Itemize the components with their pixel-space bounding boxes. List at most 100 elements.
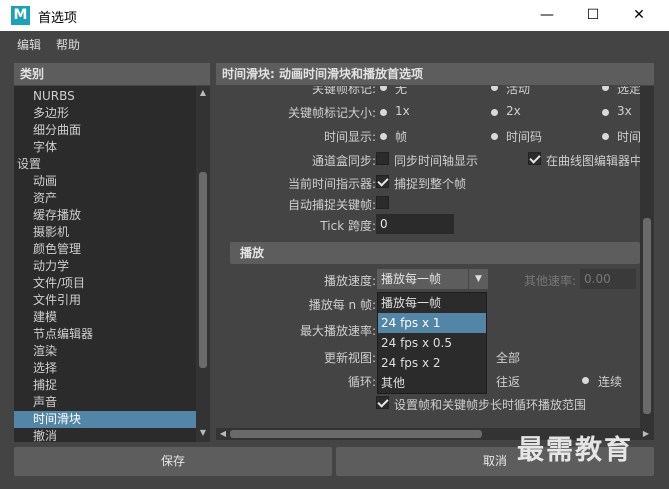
playback-every-n-label: 播放每 n 帧: [308,298,376,312]
set-range-loop-checkbox[interactable] [376,396,389,409]
scroll-right-arrow-icon[interactable]: ▶ [640,429,652,438]
menu-edit[interactable]: 编辑 [17,36,41,53]
scroll-left-arrow-icon[interactable]: ◀ [217,429,229,438]
update-view-label: 更新视图: [323,351,376,365]
playback-section-header[interactable]: 播放 [230,242,640,264]
playback-speed-select[interactable]: 播放每一帧 ▼ [377,269,488,289]
keyframe-markers-radio-1[interactable] [380,86,387,91]
key-size-radio-1x[interactable] [380,109,387,116]
tick-span-label: Tick 跨度: [320,219,376,233]
category-item[interactable]: 选择 [14,360,196,377]
keyframe-markers-opt1: 无 [395,86,408,96]
keyframe-markers-opt3: 选定 [617,86,642,96]
time-display-radio-frames[interactable] [380,133,387,140]
keyframe-markers-radio-2[interactable] [491,86,498,91]
menu-bar: 编辑 帮助 [0,31,669,56]
tick-span-input[interactable]: 0 [376,214,454,234]
snap-whole-frame-label: 捕捉到整个帧 [394,177,467,191]
close-button[interactable]: ✕ [616,0,662,31]
maximize-button[interactable]: ☐ [570,0,616,31]
menu-help[interactable]: 帮助 [56,36,80,53]
category-item[interactable]: 渲染 [14,343,196,360]
time-display-radio-time[interactable] [602,133,609,140]
other-speed-label: 其他速率: [523,274,576,288]
key-size-opt-1x: 1x [395,104,410,118]
loop-opt-oscillate: 往返 [496,375,521,389]
content-scrollbar[interactable] [640,86,654,428]
keyframe-markers-label: 关键帧标记: [311,86,376,96]
key-size-opt-2x: 2x [506,104,521,118]
content-header: 时间滑块: 动画时间滑块和播放首选项 [216,63,654,85]
auto-snap-label: 自动捕捉关键帧: [287,198,376,212]
graph-editor-sync-label: 在曲线图编辑器中 [546,154,643,168]
loop-radio-continuous[interactable] [582,377,589,384]
category-item[interactable]: 字体 [14,139,196,156]
category-item[interactable]: 动力学 [14,258,196,275]
content-scroll-thumb[interactable] [643,218,651,414]
category-item[interactable]: 建模 [14,309,196,326]
loop-opt-continuous: 连续 [598,375,623,389]
max-playback-speed-label: 最大播放速率: [299,324,376,338]
sync-timeline-label: 同步时间轴显示 [394,154,479,168]
key-size-radio-3x[interactable] [602,109,609,116]
watermark: 最需教育 [517,435,633,466]
category-item[interactable]: 设置 [14,156,196,173]
category-item[interactable]: 细分曲面 [14,122,196,139]
content-hscroll-thumb[interactable] [230,430,482,438]
minimize-button[interactable]: — [524,0,570,31]
time-display-opt-time: 时间 [617,130,642,144]
scroll-up-arrow-icon[interactable]: ▲ [197,88,209,97]
key-size-label: 关键帧标记大小: [287,106,376,120]
playback-speed-dropdown: 播放每一帧 24 fps x 1 24 fps x 0.5 24 fps x 2 其他 [377,292,487,394]
categories-header: 类别 [14,63,210,85]
time-display-opt-frames: 帧 [395,130,408,144]
time-display-radio-timecode[interactable] [491,133,498,140]
other-speed-input[interactable]: 0.00 [580,269,636,289]
save-button[interactable]: 保存 [14,447,332,476]
dropdown-option[interactable]: 24 fps x 0.5 [378,333,486,353]
graph-editor-sync-checkbox[interactable] [528,152,541,165]
category-item[interactable]: NURBS [14,88,196,105]
category-item[interactable]: 捕捉 [14,377,196,394]
window-title: 首选项 [38,11,78,26]
category-item[interactable]: 缓存播放 [14,207,196,224]
category-item[interactable]: 摄影机 [14,224,196,241]
set-range-loop-label: 设置帧和关键帧步长时循环播放范围 [394,398,587,412]
categories-scroll-thumb[interactable] [199,172,207,368]
category-item[interactable]: 多边形 [14,105,196,122]
keyframe-markers-opt2: 活动 [506,86,531,96]
category-item[interactable]: 资产 [14,190,196,207]
dropdown-option[interactable]: 24 fps x 2 [378,353,486,373]
update-view-opt-all: 全部 [496,351,521,365]
dropdown-option[interactable]: 24 fps x 1 [378,313,486,333]
category-item[interactable]: 文件/项目 [14,275,196,292]
key-size-radio-2x[interactable] [491,109,498,116]
category-item[interactable]: 声音 [14,394,196,411]
category-item[interactable]: 节点编辑器 [14,326,196,343]
scroll-down-arrow-icon[interactable]: ▼ [197,428,209,437]
current-time-indicator-label: 当前时间指示器: [287,177,376,191]
time-display-opt-timecode: 时间码 [506,130,543,144]
category-item[interactable]: 颜色管理 [14,241,196,258]
maya-logo-icon: M [11,6,30,25]
keyframe-markers-radio-3[interactable] [602,86,609,91]
playback-speed-value: 播放每一帧 [381,272,442,286]
loop-label: 循环: [347,375,376,389]
category-item-selected[interactable]: 时间滑块 [14,411,196,428]
category-item[interactable]: 文件引用 [14,292,196,309]
dropdown-option[interactable]: 其他 [378,373,486,393]
categories-list: NURBS 多边形 细分曲面 字体 设置 动画 资产 缓存播放 摄影机 颜色管理 动力学 文件/项目文… [14,86,210,442]
title-bar: M 首选项 — ☐ ✕ [0,0,669,31]
playback-speed-label: 播放速度: [323,274,376,288]
dropdown-option[interactable]: 播放每一帧 [378,293,486,313]
key-size-opt-3x: 3x [617,104,632,118]
category-item[interactable]: 动画 [14,173,196,190]
category-item[interactable]: 撤消 [14,428,196,442]
snap-whole-frame-checkbox[interactable] [376,175,389,188]
sync-timeline-checkbox[interactable] [376,152,389,165]
time-display-label: 时间显示: [323,130,376,144]
chevron-down-icon[interactable]: ▼ [468,269,488,289]
channel-sync-label: 通道盒同步: [311,154,376,168]
categories-scrollbar[interactable]: ▲ ▼ [196,86,210,442]
auto-snap-checkbox[interactable] [376,196,389,209]
